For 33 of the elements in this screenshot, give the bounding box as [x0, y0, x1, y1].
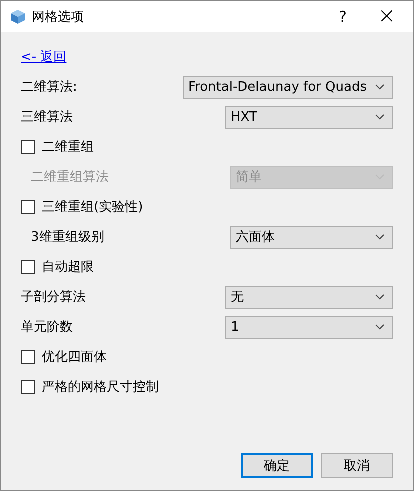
field-label: 三维算法 — [21, 109, 73, 126]
dropdown[interactable]: Frontal-Delaunay for Quads — [182, 76, 393, 98]
checkbox-label: 三维重组(实验性) — [42, 199, 144, 216]
chevron-down-icon — [375, 114, 385, 120]
field-label: 子剖分算法 — [21, 289, 86, 306]
dialog-button[interactable]: 确定 — [241, 453, 313, 478]
checkbox-label: 优化四面体 — [42, 349, 107, 366]
chevron-down-icon — [375, 294, 385, 300]
checkbox[interactable] — [21, 200, 35, 214]
back-link[interactable]: <- 返回 — [21, 48, 67, 66]
dropdown[interactable]: 1 — [225, 316, 393, 338]
checkbox-label: 自动超限 — [42, 259, 94, 276]
dialog-button[interactable]: 取消 — [321, 453, 393, 478]
dropdown[interactable]: 无 — [225, 286, 393, 308]
checkbox[interactable] — [21, 350, 35, 364]
dropdown[interactable]: 六面体 — [230, 226, 393, 248]
field-label: 3维重组级别 — [31, 229, 104, 246]
checkbox[interactable] — [21, 260, 35, 274]
field-label: 二维算法: — [21, 79, 78, 96]
chevron-down-icon — [375, 324, 385, 330]
field-label: 单元阶数 — [21, 319, 73, 336]
close-button[interactable]: × — [365, 1, 409, 32]
cube-grid-icon — [10, 8, 26, 24]
chevron-down-icon — [375, 84, 385, 90]
checkbox-label: 严格的网格尺寸控制 — [42, 379, 159, 396]
dropdown[interactable]: HXT — [225, 106, 393, 128]
checkbox[interactable] — [21, 380, 35, 394]
window-title: 网格选项 — [32, 8, 85, 26]
field-label: 二维重组算法 — [31, 169, 109, 186]
chevron-down-icon — [375, 234, 385, 240]
checkbox-label: 二维重组 — [42, 139, 94, 156]
checkbox[interactable] — [21, 140, 35, 154]
help-button[interactable]: ? — [321, 1, 365, 32]
